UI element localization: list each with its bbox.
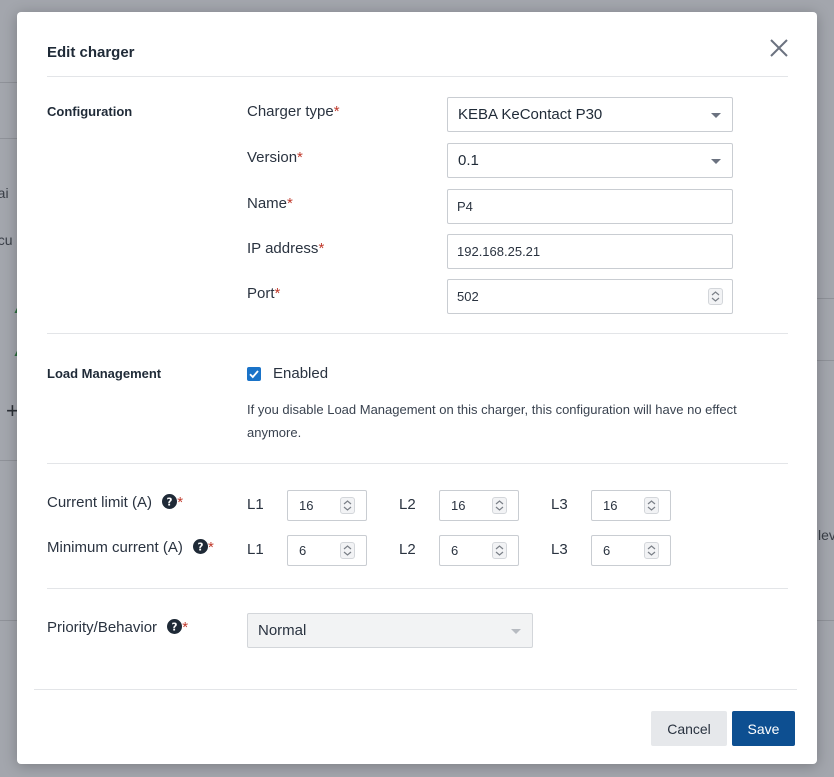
port-label-text: Port: [247, 285, 275, 302]
background-divider: [0, 82, 17, 83]
background-divider: [817, 360, 834, 361]
spinner-icon[interactable]: [644, 497, 659, 514]
current-limit-l3-input[interactable]: 16: [591, 490, 671, 521]
svg-text:?: ?: [167, 496, 173, 508]
background-divider: [0, 620, 17, 621]
spinner-icon[interactable]: [644, 542, 659, 559]
required-marker: *: [333, 103, 340, 120]
required-marker: *: [287, 195, 293, 212]
priority-label-text: Priority/Behavior: [47, 619, 158, 636]
port-value: 502: [457, 289, 479, 304]
current-limit-l2-input[interactable]: 16: [439, 490, 519, 521]
required-marker: *: [297, 149, 303, 166]
required-marker: *: [318, 240, 325, 257]
port-input[interactable]: 502: [447, 279, 733, 314]
question-circle-icon[interactable]: ?: [193, 539, 209, 558]
svg-text:?: ?: [172, 621, 178, 633]
required-marker: *: [208, 539, 214, 556]
chevron-down-icon: [711, 113, 721, 118]
edit-charger-dialog: Edit charger Configuration Charger type*…: [17, 12, 817, 764]
question-circle-icon[interactable]: ?: [162, 494, 178, 513]
spinner-icon[interactable]: [492, 542, 507, 559]
ip-address-input[interactable]: 192.168.25.21: [447, 234, 733, 269]
enabled-label: Enabled: [273, 365, 329, 382]
minimum-current-l1-input[interactable]: 6: [287, 535, 367, 566]
priority-select[interactable]: Normal: [247, 613, 533, 648]
current-limit-l1-value: 16: [299, 498, 314, 513]
ip-address-value: 192.168.25.21: [457, 244, 541, 259]
current-limit-l3-value: 16: [603, 498, 618, 513]
version-label-text: Version: [247, 149, 298, 166]
minimum-current-l3-value: 6: [603, 543, 611, 558]
cancel-button[interactable]: Cancel: [651, 711, 727, 746]
svg-text:?: ?: [198, 541, 204, 553]
charger-type-label: Charger type*: [247, 103, 340, 120]
current-limit-l1-label: L1: [247, 496, 264, 513]
current-limit-label: Current limit (A) ? *: [47, 494, 183, 513]
current-limit-l1-input[interactable]: 16: [287, 490, 367, 521]
background-text: Mai: [0, 185, 9, 201]
minimum-current-l2-value: 6: [451, 543, 459, 558]
configuration-section-title: Configuration: [47, 104, 133, 119]
load-management-enabled-checkbox[interactable]: [247, 367, 261, 381]
spinner-icon[interactable]: [340, 497, 355, 514]
chevron-down-icon: [511, 629, 521, 634]
header-divider: [47, 76, 788, 77]
version-select[interactable]: 0.1: [447, 143, 733, 178]
required-marker: *: [177, 494, 184, 511]
name-input[interactable]: P4: [447, 189, 733, 224]
footer-divider: [34, 689, 797, 690]
name-label: Name*: [247, 195, 293, 212]
priority-value: Normal: [258, 622, 307, 639]
required-marker: *: [182, 619, 189, 636]
current-limit-l3-label: L3: [551, 496, 568, 513]
minimum-current-l2-label: L2: [399, 541, 416, 558]
current-limit-l2-label: L2: [399, 496, 416, 513]
background-divider: [0, 460, 17, 461]
minimum-current-l1-value: 6: [299, 543, 307, 558]
version-label: Version*: [247, 149, 303, 166]
background-text: lev: [818, 527, 834, 543]
spinner-icon[interactable]: [340, 542, 355, 559]
dialog-title: Edit charger: [47, 44, 135, 61]
section-divider: [47, 588, 788, 589]
minimum-current-label: Minimum current (A) ? *: [47, 539, 214, 558]
priority-label: Priority/Behavior ? *: [47, 619, 188, 638]
section-divider: [47, 463, 788, 464]
spinner-icon[interactable]: [708, 288, 723, 305]
charger-type-select[interactable]: KEBA KeContact P30: [447, 97, 733, 132]
ip-address-label: IP address*: [247, 240, 324, 257]
minimum-current-l1-label: L1: [247, 541, 264, 558]
minimum-current-label-text: Minimum current (A): [47, 539, 183, 556]
background-divider: [817, 620, 834, 621]
background-divider: [0, 138, 17, 139]
port-label: Port*: [247, 285, 280, 302]
question-circle-icon[interactable]: ?: [167, 619, 183, 638]
current-limit-l2-value: 16: [451, 498, 466, 513]
minimum-current-l3-label: L3: [551, 541, 568, 558]
ip-address-label-text: IP address: [247, 240, 319, 257]
spinner-icon[interactable]: [492, 497, 507, 514]
current-limit-label-text: Current limit (A): [47, 494, 153, 511]
load-management-section-title: Load Management: [47, 366, 162, 381]
minimum-current-l2-input[interactable]: 6: [439, 535, 519, 566]
section-divider: [47, 333, 788, 334]
close-icon[interactable]: [767, 36, 791, 60]
name-label-text: Name: [247, 195, 288, 212]
name-value: P4: [457, 199, 473, 214]
background-divider: [817, 298, 834, 299]
charger-type-label-text: Charger type: [247, 103, 334, 120]
version-value: 0.1: [458, 152, 479, 169]
required-marker: *: [274, 285, 281, 302]
chevron-down-icon: [711, 159, 721, 164]
background-text: ecu: [0, 232, 13, 248]
save-button[interactable]: Save: [732, 711, 795, 746]
minimum-current-l3-input[interactable]: 6: [591, 535, 671, 566]
charger-type-value: KEBA KeContact P30: [458, 106, 603, 123]
load-management-note: If you disable Load Management on this c…: [247, 402, 737, 440]
